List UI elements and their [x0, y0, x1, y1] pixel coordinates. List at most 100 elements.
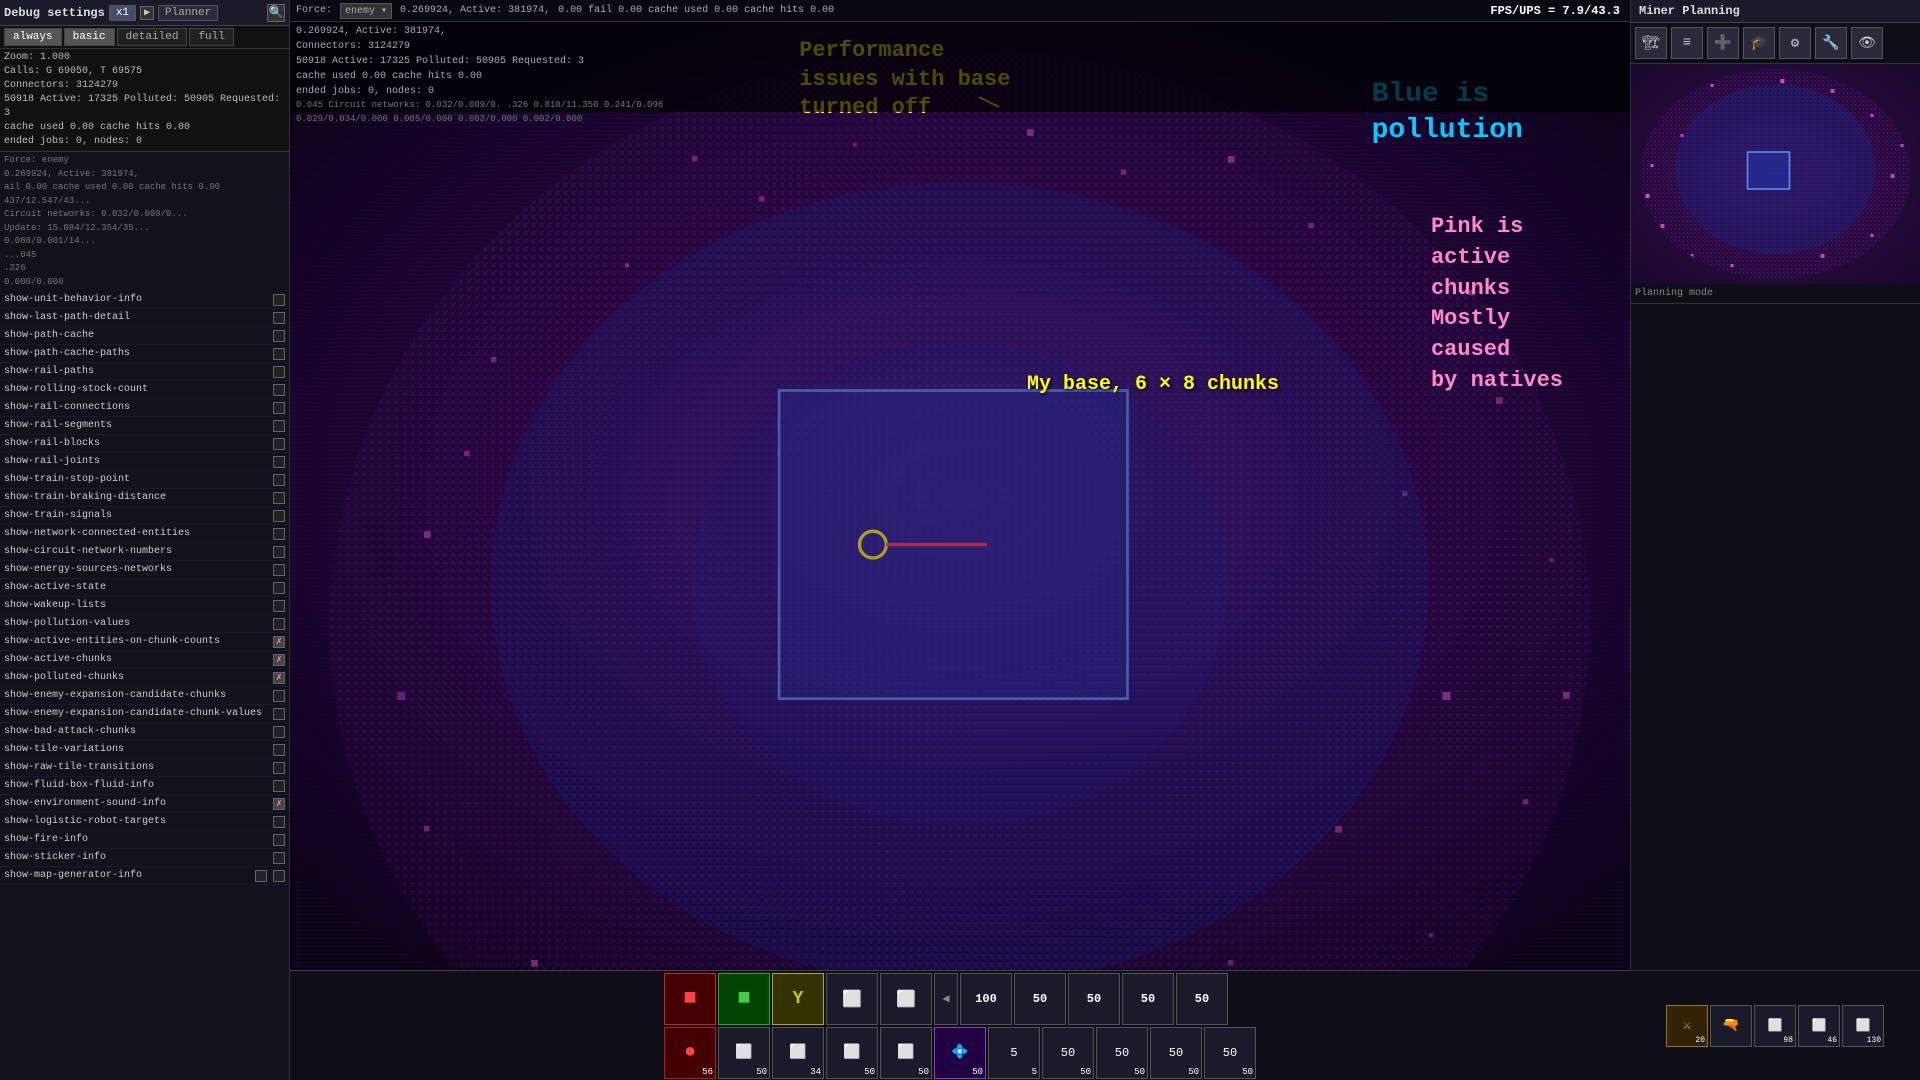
filter-always[interactable]: always: [4, 28, 62, 46]
setting-fire-info: show-fire-info: [0, 831, 289, 849]
hotbar-slot-2-3[interactable]: ⬜ 34: [772, 1027, 824, 1079]
tutorial-icon[interactable]: 🎓: [1743, 27, 1775, 59]
perf-stats: Zoom: 1.000 Calls: G 69050, T 69575 Conn…: [0, 49, 289, 152]
hotbar-slot-1-6[interactable]: ◀: [934, 973, 958, 1025]
hotbar-slot-2-7[interactable]: 5 5: [988, 1027, 1040, 1079]
cb-active-state[interactable]: [273, 582, 285, 594]
build-icon[interactable]: 🏗: [1635, 27, 1667, 59]
mini-map-svg: [1631, 64, 1920, 284]
cb-train-braking[interactable]: [273, 492, 285, 504]
cb-pollution-values[interactable]: [273, 618, 285, 630]
mini-map[interactable]: [1631, 64, 1920, 284]
setting-rail-blocks: show-rail-blocks: [0, 435, 289, 453]
cb-bad-attack[interactable]: [273, 726, 285, 738]
cb-rail-connections[interactable]: [273, 402, 285, 414]
map-texture: [290, 22, 1630, 970]
eye-icon[interactable]: 👁: [1851, 27, 1883, 59]
force-dropdown[interactable]: enemy ▾: [340, 3, 392, 19]
hotbar-slot-2-11[interactable]: 50 50: [1204, 1027, 1256, 1079]
setting-wakeup: show-wakeup-lists: [0, 597, 289, 615]
hotbar-slot-1-5[interactable]: ⬜: [880, 973, 932, 1025]
hotbar-slot-1-10[interactable]: 50: [1122, 973, 1174, 1025]
hotbar-slot-2-9[interactable]: 50 50: [1096, 1027, 1148, 1079]
map-area[interactable]: Performanceissues with baseturned off Bl…: [290, 22, 1630, 970]
hotbar-slot-2-8[interactable]: 50 50: [1042, 1027, 1094, 1079]
cb-train-stop[interactable]: [273, 474, 285, 486]
list-icon[interactable]: ≡: [1671, 27, 1703, 59]
hotbar-slot-1-2[interactable]: ■: [718, 973, 770, 1025]
cb-enemy-expansion[interactable]: [273, 690, 285, 702]
setting-train-stop: show-train-stop-point: [0, 471, 289, 489]
hotbar-slot-1-4[interactable]: ⬜: [826, 973, 878, 1025]
cb-fire-info[interactable]: [273, 834, 285, 846]
cb-raw-tile[interactable]: [273, 762, 285, 774]
right-panel-icons: 🏗 ≡ ➕ 🎓 ⚙ 🔧 👁: [1631, 23, 1920, 64]
map-canvas: Performanceissues with baseturned off Bl…: [290, 22, 1630, 970]
hotbar-slot-2-5[interactable]: ⬜ 50: [880, 1027, 932, 1079]
top-bar: Force: enemy ▾ 0.269924, Active: 381974,…: [290, 0, 1630, 22]
cb-polluted-chunks[interactable]: [273, 672, 285, 684]
cb-enemy-expansion-values[interactable]: [273, 708, 285, 720]
search-btn[interactable]: 🔍: [267, 4, 285, 22]
hotbar-slot-2-4[interactable]: ⬜ 50: [826, 1027, 878, 1079]
cb-rolling-stock[interactable]: [273, 384, 285, 396]
settings-icon[interactable]: ⚙: [1779, 27, 1811, 59]
setting-rail-segments: show-rail-segments: [0, 417, 289, 435]
cb-network-entities[interactable]: [273, 528, 285, 540]
cb-rail-segments[interactable]: [273, 420, 285, 432]
cb-train-signals[interactable]: [273, 510, 285, 522]
cb-circuit-numbers[interactable]: [273, 546, 285, 558]
hotbar-slot-2-1[interactable]: ● 56: [664, 1027, 716, 1079]
br-slot-1[interactable]: ⚔ 20: [1666, 1005, 1708, 1047]
cb-tile-variations[interactable]: [273, 744, 285, 756]
setting-rolling-stock: show-rolling-stock-count: [0, 381, 289, 399]
br-slot-4[interactable]: ⬜ 46: [1798, 1005, 1840, 1047]
setting-raw-tile: show-raw-tile-transitions: [0, 759, 289, 777]
cb-energy-networks[interactable]: [273, 564, 285, 576]
cb-active-chunks[interactable]: [273, 654, 285, 666]
setting-train-braking: show-train-braking-distance: [0, 489, 289, 507]
hotbar-slot-1-1[interactable]: ■: [664, 973, 716, 1025]
hotbar: ■ ■ Y ⬜ ⬜ ◀ 100 50 50: [290, 970, 1630, 1080]
hotbar-slot-2-6[interactable]: 💠 50: [934, 1027, 986, 1079]
hotbar-rows: ■ ■ Y ⬜ ⬜ ◀ 100 50 50: [664, 973, 1256, 1079]
cb-rail-joints[interactable]: [273, 456, 285, 468]
cb-sticker-info[interactable]: [273, 852, 285, 864]
cb-map-gen[interactable]: [255, 870, 267, 882]
setting-energy-networks: show-energy-sources-networks: [0, 561, 289, 579]
cb-environment-sound[interactable]: [273, 798, 285, 810]
br-slot-3[interactable]: ⬜ 98: [1754, 1005, 1796, 1047]
arrow-btn[interactable]: ▶: [140, 6, 154, 20]
stat-zoom: Zoom: 1.000: [4, 51, 285, 65]
cb-wakeup[interactable]: [273, 600, 285, 612]
tab-x1[interactable]: x1: [109, 5, 136, 21]
cb-path-cache[interactable]: [273, 330, 285, 342]
hotbar-slot-1-9[interactable]: 50: [1068, 973, 1120, 1025]
hotbar-slot-2-10[interactable]: 50 50: [1150, 1027, 1202, 1079]
collapse-btn[interactable]: [273, 870, 285, 882]
hotbar-slot-1-7[interactable]: 100: [960, 973, 1012, 1025]
cb-path-cache-paths[interactable]: [273, 348, 285, 360]
hotbar-slot-1-11[interactable]: 50: [1176, 973, 1228, 1025]
cb-last-path[interactable]: [273, 312, 285, 324]
tab-planner[interactable]: Planner: [158, 5, 218, 21]
setting-network-entities: show-network-connected-entities: [0, 525, 289, 543]
cb-rail-paths[interactable]: [273, 366, 285, 378]
right-panel: Miner Planning 🏗 ≡ ➕ 🎓 ⚙ 🔧 👁: [1630, 0, 1920, 1080]
add-icon[interactable]: ➕: [1707, 27, 1739, 59]
extra-stats: Force: enemy 0.269924, Active: 381974, a…: [0, 152, 289, 291]
cb-active-entities[interactable]: [273, 636, 285, 648]
filter-detailed[interactable]: detailed: [117, 28, 188, 46]
hotbar-slot-1-3[interactable]: Y: [772, 973, 824, 1025]
br-slot-5[interactable]: ⬜ 130: [1842, 1005, 1884, 1047]
hotbar-slot-2-2[interactable]: ⬜ 50: [718, 1027, 770, 1079]
cb-unit-behavior[interactable]: [273, 294, 285, 306]
cb-logistic-targets[interactable]: [273, 816, 285, 828]
hotbar-slot-1-8[interactable]: 50: [1014, 973, 1066, 1025]
filter-basic[interactable]: basic: [64, 28, 115, 46]
br-slot-2[interactable]: 🔫: [1710, 1005, 1752, 1047]
cb-fluid-box[interactable]: [273, 780, 285, 792]
cb-rail-blocks[interactable]: [273, 438, 285, 450]
filter-full[interactable]: full: [189, 28, 233, 46]
wrench-icon[interactable]: 🔧: [1815, 27, 1847, 59]
